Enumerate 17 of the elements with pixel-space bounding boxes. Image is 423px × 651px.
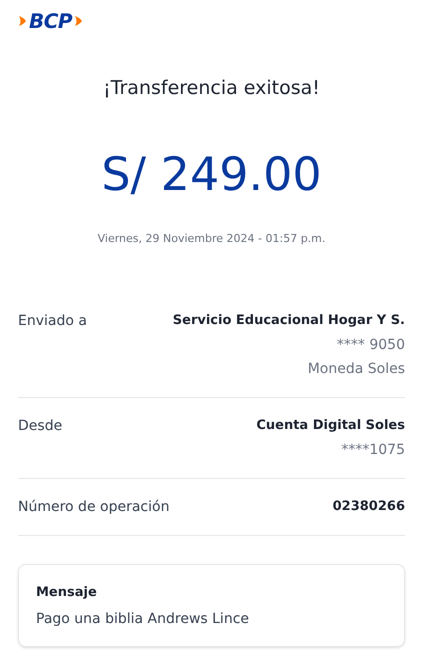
date-time: Viernes, 29 Noviembre 2024 - 01:57 p.m. — [98, 231, 326, 247]
detail-value: Servicio Educacional Hogar Y S. — [172, 312, 405, 330]
amount: S/ 249.00 — [101, 146, 322, 202]
detail-label: Enviado a — [18, 312, 87, 331]
page-title: ¡Transferencia exitosa! — [103, 76, 320, 101]
detail-subvalue: Moneda Soles — [308, 360, 405, 379]
detail-value: Cuenta Digital Soles — [256, 417, 405, 435]
detail-subvalue: **** 9050 — [336, 336, 405, 355]
message-text: Pago una biblia Andrews Lince — [36, 610, 250, 628]
chevron-icon — [18, 14, 27, 26]
detail-label: Número de operación — [18, 498, 170, 517]
detail-value: 02380266 — [332, 498, 405, 516]
message-title: Mensaje — [36, 584, 97, 602]
detail-label: Desde — [18, 417, 62, 436]
chevron-icon — [74, 14, 84, 26]
detail-subvalue: ****1075 — [341, 441, 405, 460]
logo: BCP — [29, 10, 72, 30]
